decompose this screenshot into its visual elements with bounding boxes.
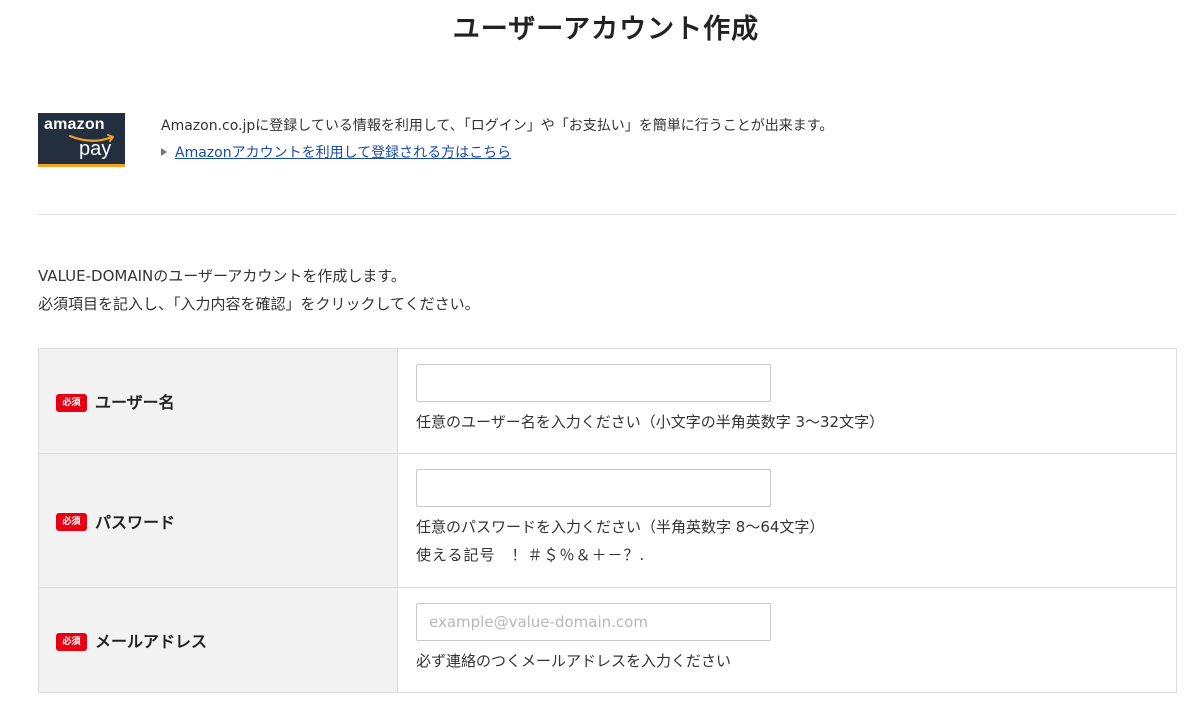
email-hint: 必ず連絡のつくメールアドレスを入力ください bbox=[416, 652, 732, 670]
password-field-cell: 任意のパスワードを入力ください（半角英数字 8〜64文字） 使える記号 ！＃＄％… bbox=[397, 453, 1177, 588]
password-label-cell: 必須 パスワード bbox=[38, 453, 398, 588]
section-divider bbox=[38, 214, 1177, 215]
intro-text: VALUE-DOMAINのユーザーアカウントを作成します。 必須項目を記入し、「… bbox=[38, 262, 480, 318]
form-row-username: 必須 ユーザー名 任意のユーザー名を入力ください（小文字の半角英数字 3〜32文字… bbox=[38, 348, 1177, 454]
amazon-pay-description: Amazon.co.jpに登録している情報を利用して、「ログイン」や「お支払い」… bbox=[161, 118, 834, 134]
intro-line-2: 必須項目を記入し、「入力内容を確認」をクリックしてください。 bbox=[38, 295, 480, 313]
amazon-logo-pay: pay bbox=[79, 138, 112, 160]
triangle-right-icon bbox=[161, 148, 167, 156]
email-input[interactable] bbox=[416, 603, 771, 641]
email-label: メールアドレス bbox=[95, 632, 208, 651]
username-label-cell: 必須 ユーザー名 bbox=[38, 348, 398, 454]
form-row-password: 必須 パスワード 任意のパスワードを入力ください（半角英数字 8〜64文字） 使え… bbox=[38, 453, 1177, 588]
required-badge: 必須 bbox=[56, 632, 87, 651]
email-label-cell: 必須 メールアドレス bbox=[38, 587, 398, 693]
username-label: ユーザー名 bbox=[95, 393, 175, 412]
required-badge: 必須 bbox=[56, 393, 87, 412]
username-field-cell: 任意のユーザー名を入力ください（小文字の半角英数字 3〜32文字） bbox=[397, 348, 1177, 454]
form-row-email: 必須メールアドレス 必ず連絡のつくメールアドレスを入力ください bbox=[38, 587, 1177, 693]
password-input[interactable] bbox=[416, 469, 771, 507]
page-title: ユーザーアカウント作成 bbox=[452, 14, 760, 45]
username-input[interactable] bbox=[416, 364, 771, 402]
amazon-logo-word: amazon bbox=[44, 116, 105, 133]
password-symbols-hint: 使える記号 ！＃＄％＆＋－？. bbox=[416, 546, 646, 564]
password-label: パスワード bbox=[95, 512, 176, 532]
email-field-cell: 必ず連絡のつくメールアドレスを入力ください bbox=[397, 587, 1177, 693]
amazon-pay-logo[interactable]: amazon pay bbox=[38, 113, 125, 167]
amazon-pay-register-link[interactable]: Amazonアカウントを利用して登録される方はこちら bbox=[175, 145, 511, 161]
username-hint: 任意のユーザー名を入力ください（小文字の半角英数字 3〜32文字） bbox=[416, 413, 885, 431]
intro-line-1: VALUE-DOMAINのユーザーアカウントを作成します。 bbox=[38, 267, 406, 285]
password-hint: 任意のパスワードを入力ください（半角英数字 8〜64文字） bbox=[416, 518, 825, 536]
registration-form-table: 必須 ユーザー名 任意のユーザー名を入力ください（小文字の半角英数字 3〜32文字… bbox=[38, 348, 1177, 693]
amazon-pay-link-row: Amazonアカウントを利用して登録される方はこちら bbox=[161, 143, 511, 163]
required-badge: 必須 bbox=[56, 513, 87, 531]
